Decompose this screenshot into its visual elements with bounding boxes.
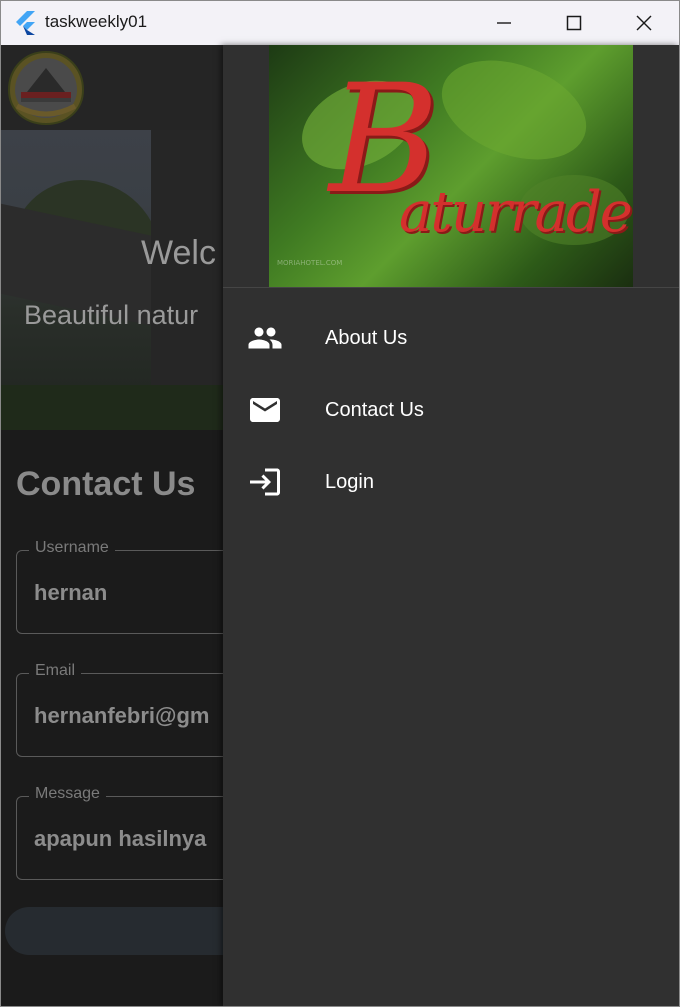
- app-window: taskweekly01 Welc Beautiful natur Contac…: [0, 0, 680, 1007]
- drawer-item-label: Contact Us: [325, 399, 424, 421]
- email-label: Email: [29, 662, 82, 680]
- email-value: hernanfebri@gm: [34, 703, 210, 728]
- maximize-button[interactable]: [539, 1, 609, 45]
- minimize-button[interactable]: [469, 1, 539, 45]
- regency-emblem-icon[interactable]: [5, 48, 87, 128]
- close-icon: [636, 15, 652, 31]
- drawer-header: B aturraden MORIAHOTEL.COM: [223, 45, 679, 288]
- message-label: Message: [29, 785, 106, 803]
- flutter-logo-icon: [16, 11, 35, 35]
- username-value: hernan: [34, 580, 108, 605]
- maximize-icon: [566, 15, 582, 31]
- message-value: apapun hasilnya: [34, 826, 207, 851]
- window-title: taskweekly01: [45, 12, 148, 31]
- close-button[interactable]: [609, 1, 679, 45]
- hero-subtitle: Beautiful natur: [24, 300, 199, 330]
- drawer-item-contact-us[interactable]: Contact Us: [223, 374, 679, 446]
- people-icon: [248, 327, 282, 349]
- drawer-item-label: About Us: [325, 327, 408, 349]
- sign-lettering: aturraden: [399, 180, 633, 245]
- contact-section-title: Contact Us: [16, 465, 196, 503]
- drawer-item-label: Login: [325, 471, 374, 493]
- title-bar: taskweekly01: [1, 1, 679, 45]
- drawer-header-image: B aturraden MORIAHOTEL.COM: [269, 45, 633, 287]
- minimize-icon: [497, 22, 511, 24]
- login-icon: [250, 468, 280, 496]
- navigation-drawer: B aturraden MORIAHOTEL.COM About Us Cont…: [223, 45, 679, 1006]
- drawer-item-login[interactable]: Login: [223, 446, 679, 518]
- drawer-item-about-us[interactable]: About Us: [223, 302, 679, 374]
- username-label: Username: [29, 539, 115, 557]
- photo-watermark: MORIAHOTEL.COM: [277, 259, 343, 267]
- mail-icon: [250, 398, 280, 422]
- hero-title: Welc: [141, 234, 216, 272]
